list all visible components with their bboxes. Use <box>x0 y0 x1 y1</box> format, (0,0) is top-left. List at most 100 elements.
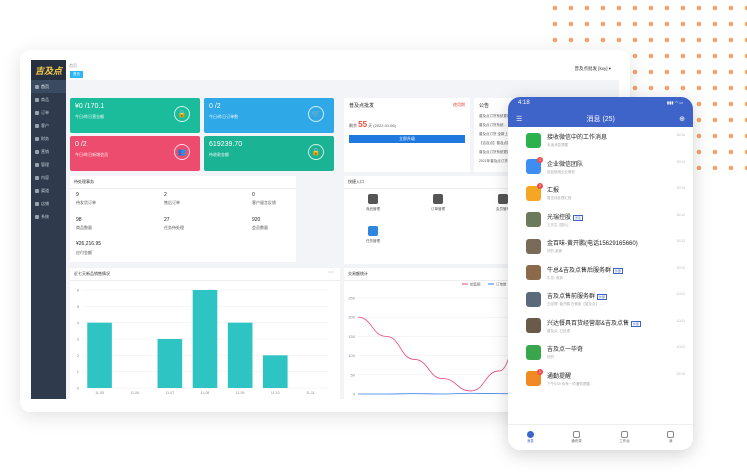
message-name: 光瑞控股 普及 <box>547 212 685 221</box>
notice-line[interactable]: 普及点订货系统... <box>479 123 506 128</box>
stat-card[interactable]: 0 /2 今日/昨日订单数 🛒 <box>204 98 334 133</box>
status-icons: ▮▮▮ ◠ ▭ <box>666 100 683 105</box>
message-item[interactable]: 1 通勤提醒 下午5:00 你有一项通勤提醒... 10/10 <box>508 366 693 393</box>
sidebar-item-label: 内容 <box>41 174 49 180</box>
home-tab[interactable]: 首页 <box>70 71 83 78</box>
message-title: 接收微信中的工作消息 <box>547 135 608 142</box>
sidebar-item[interactable]: 管理 <box>31 158 66 171</box>
todo-label: 任务待处理 <box>164 225 184 230</box>
message-item[interactable]: 吉及点一毕奇 好的 10/11 <box>508 339 693 366</box>
bar[interactable] <box>227 322 253 388</box>
unread-badge: 1 <box>537 368 543 375</box>
message-preview: 下午5:00 你有一项通勤提醒... <box>547 381 593 386</box>
message-badge: 外部 <box>597 294 608 301</box>
sidebar-item[interactable]: 客户 <box>31 119 66 132</box>
stat-label: 待收款金额 <box>209 152 229 157</box>
quick-entry[interactable]: 订单管理 <box>423 194 453 212</box>
sidebar-item[interactable]: 渠道 <box>31 184 66 197</box>
todo-value[interactable]: 27 <box>164 217 170 223</box>
sidebar-item[interactable]: 订单 <box>31 106 66 119</box>
stat-card[interactable]: 619239.70 待收款金额 🔒 <box>204 136 334 171</box>
bar-x-tick: 11-08 <box>201 391 210 395</box>
bar[interactable] <box>262 355 288 388</box>
sidebar-item[interactable]: 店铺 <box>31 197 66 210</box>
todo-value[interactable]: 920 <box>252 217 260 223</box>
message-badge: 普及 <box>573 214 584 221</box>
sidebar-item-label: 管理 <box>41 161 49 167</box>
stat-label: 今日/昨日新增会员 <box>75 152 109 157</box>
message-text: 汇报 暂无待处理汇报 <box>547 185 685 201</box>
more-icon[interactable]: ⋯ <box>328 269 334 276</box>
message-time: 10/11 <box>676 345 686 349</box>
message-text: 通勤提醒 下午5:00 你有一项通勤提醒... <box>547 371 685 387</box>
todo-value[interactable]: 98 <box>76 217 82 223</box>
bar[interactable] <box>157 339 183 388</box>
breadcrumb[interactable]: 首页 <box>69 63 77 69</box>
message-time: 10/11 <box>676 292 686 296</box>
todo-value[interactable]: 0 <box>252 192 255 198</box>
add-icon[interactable]: ⊕ <box>679 115 685 123</box>
days-suffix: 天 (2022.01.06) <box>368 123 396 128</box>
avatar <box>526 291 541 307</box>
bar-y-tick: 0 <box>77 386 80 391</box>
stat-card[interactable]: ¥0 /170.1 今日/昨日营业额 🔒 <box>70 98 200 133</box>
menu-item-icon <box>35 123 39 128</box>
message-item[interactable]: 吉及点售前服务群 外部 王经理: 普开鹏 在使用【普及点】... 10/11 <box>508 286 693 313</box>
sidebar-item[interactable]: 营销 <box>31 145 66 158</box>
user-menu[interactable]: 普及点批发 [kxy] ▾ <box>574 66 611 72</box>
menu-icon[interactable]: ☰ <box>516 115 522 123</box>
sidebar-item[interactable]: 商品 <box>31 93 66 106</box>
message-preview: 暂无待处理汇报 <box>547 196 572 201</box>
tab-icon <box>667 431 675 438</box>
message-item[interactable]: 2 汇报 暂无待处理汇报 10/13 <box>508 180 693 207</box>
bar[interactable] <box>192 290 218 388</box>
message-time: 10/13 <box>676 186 685 190</box>
message-item[interactable]: 金百味-黄开鹏(电话15629165660) 好的,谢谢 10/12 <box>508 233 693 260</box>
message-item[interactable]: 兴达餐具百货经营部&吉及点售 外部 普及点: 已处理 10/11 <box>508 313 693 340</box>
sidebar-item[interactable]: 首页 <box>31 80 66 93</box>
message-text: 企业微信团队 欢迎使用企业微信 <box>547 159 685 175</box>
line-y-tick: 50 <box>351 372 356 377</box>
phone-tab[interactable]: 消息 <box>526 431 534 444</box>
bar-y-tick: 3 <box>77 337 80 342</box>
message-name: 牛总&吉及点售后服务群 外部 <box>547 265 685 274</box>
sidebar-item[interactable]: 财务 <box>31 132 66 145</box>
bar-chart: 0 1 2 3 4 5 6 11-05 11-06 11-07 11-08 11-09 11-10 11-… <box>77 288 328 395</box>
message-item[interactable]: 光瑞控股 普及 王先生: [图片] 10/12 <box>508 207 693 234</box>
todo-panel: 待处理事务 9 待发货订单 2 售后订单 0 客户留言反馈 98 商品数量 27 任务待处理 920… <box>70 176 296 262</box>
message-item[interactable]: 1 企业微信团队 欢迎使用企业微信 10/14 <box>508 154 693 181</box>
sidebar-item[interactable]: 系统 <box>31 210 66 223</box>
sidebar-item[interactable]: 内容 <box>31 171 66 184</box>
todo-label: 售后订单 <box>164 200 180 205</box>
menu-item-icon <box>35 97 39 102</box>
stat-value: 619239.70 <box>209 141 243 148</box>
message-title: 金百味-黄开鹏(电话15629165660) <box>547 241 638 248</box>
todo-value[interactable]: 9 <box>76 192 79 198</box>
message-item[interactable]: 接收微信中的工作消息 未读消息提醒 10/16 <box>508 127 693 154</box>
bar-x-tick: 11-11 <box>306 391 314 395</box>
todo-amount-label: 应付金额 <box>76 250 92 255</box>
todo-value[interactable]: 2 <box>164 192 167 198</box>
message-preview: 王先生: [图片] <box>547 222 569 227</box>
message-text: 光瑞控股 普及 王先生: [图片] <box>547 212 685 228</box>
message-preview: 好的,谢谢 <box>547 249 562 254</box>
tab-icon <box>526 431 534 438</box>
message-name: 接收微信中的工作消息 <box>547 132 685 141</box>
phone-tab[interactable]: 工作台 <box>619 431 630 444</box>
avatar <box>526 132 541 148</box>
message-time: 10/12 <box>676 239 685 243</box>
message-badge: 外部 <box>613 267 624 274</box>
line-y-tick: 100 <box>348 353 355 358</box>
quick-entry[interactable]: 任务管理 <box>358 226 388 244</box>
bar[interactable] <box>87 322 112 388</box>
notice-line[interactable]: 2021年普及点订货... <box>479 159 511 164</box>
quick-entry[interactable]: 商品管理 <box>358 194 388 212</box>
upgrade-button[interactable]: 立即升级 <box>349 135 465 143</box>
phone-tab[interactable]: 通讯录 <box>571 431 582 444</box>
phone-tab[interactable]: 我 <box>667 431 675 444</box>
message-item[interactable]: 牛总&吉及点售后服务群 外部 牛总: 收到 10/12 <box>508 260 693 287</box>
stat-card[interactable]: 0 /2 今日/昨日新增会员 👥 <box>70 136 200 171</box>
message-title: 吉及点一毕奇 <box>547 347 584 354</box>
quick-entry-label: 商品管理 <box>366 207 380 211</box>
message-preview: 牛总: 收到 <box>547 275 563 280</box>
